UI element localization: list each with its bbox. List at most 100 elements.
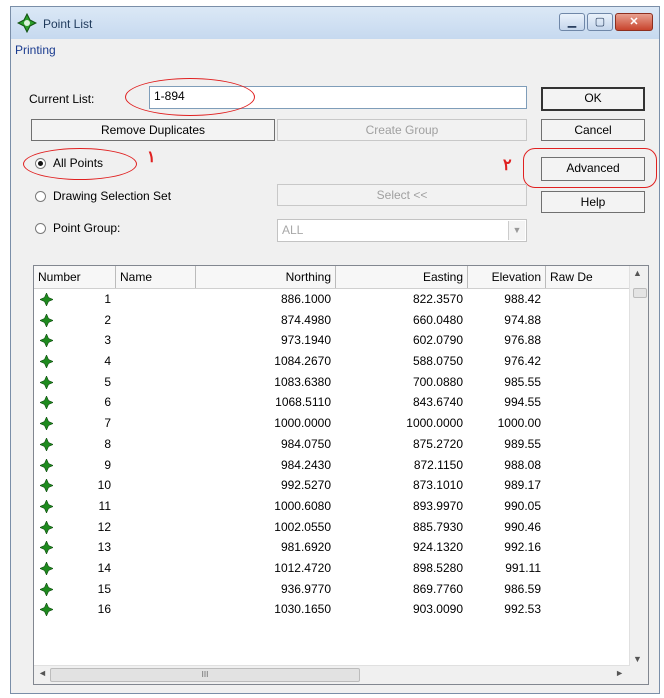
- table-body: 1 886.1000 822.3570 988.42 2 874.4980 660.0480…: [34, 289, 630, 620]
- table-row[interactable]: 10 992.5270 873.1010 989.17: [34, 475, 630, 496]
- cell-northing: 1084.2670: [274, 354, 331, 369]
- column-header-northing[interactable]: Northing: [196, 266, 336, 288]
- title-bar[interactable]: Point List ▁ ▢ ✕: [11, 7, 659, 39]
- cell-northing: 1030.1650: [274, 602, 331, 617]
- point-group-label[interactable]: Point Group:: [53, 221, 120, 235]
- cell-name: [116, 517, 196, 537]
- cell-number: 5: [104, 374, 111, 389]
- drawing-selection-set-label[interactable]: Drawing Selection Set: [53, 189, 171, 203]
- help-button[interactable]: Help: [541, 191, 645, 213]
- table-row[interactable]: 4 1084.2670 588.0750 976.42: [34, 351, 630, 372]
- cell-number: 14: [97, 560, 111, 575]
- cell-name: [116, 599, 196, 619]
- create-group-button[interactable]: Create Group: [277, 119, 527, 141]
- cell-number: 2: [104, 312, 111, 327]
- table-row[interactable]: 13 981.6920 924.1320 992.16: [34, 537, 630, 558]
- cell-easting: 893.9970: [412, 498, 463, 513]
- cell-northing: 984.2430: [280, 457, 331, 472]
- table-row[interactable]: 15 936.9770 869.7760 986.59: [34, 579, 630, 600]
- scroll-corner: [630, 666, 648, 684]
- horizontal-scroll-thumb[interactable]: III: [50, 668, 360, 682]
- cell-northing: 1012.4720: [274, 560, 331, 575]
- vertical-scroll-thumb[interactable]: [633, 288, 647, 298]
- scroll-down-icon[interactable]: ▼: [633, 654, 642, 664]
- table-row[interactable]: 5 1083.6380 700.0880 985.55: [34, 372, 630, 393]
- table-row[interactable]: 14 1012.4720 898.5280 991.11: [34, 558, 630, 579]
- cell-elevation: 976.42: [504, 354, 541, 369]
- cell-name: [116, 289, 196, 309]
- annotation-rect-advanced: [523, 148, 657, 188]
- current-list-label: Current List:: [29, 92, 95, 106]
- cell-easting: 885.7930: [412, 519, 463, 534]
- maximize-button[interactable]: ▢: [587, 13, 613, 31]
- menu-printing[interactable]: Printing: [15, 43, 56, 57]
- column-header-number[interactable]: Number: [34, 266, 116, 288]
- cell-northing: 992.5270: [280, 478, 331, 493]
- scroll-left-icon[interactable]: ◄: [38, 668, 47, 678]
- table-row[interactable]: 8 984.0750 875.2720 989.55: [34, 434, 630, 455]
- annotation-number-one: ١: [147, 149, 156, 166]
- point-list-window: Point List ▁ ▢ ✕ Printing Current List: …: [10, 6, 660, 694]
- vertical-scrollbar[interactable]: ▲ ▼: [629, 266, 648, 666]
- cell-number: 8: [104, 436, 111, 451]
- table-row[interactable]: 1 886.1000 822.3570 988.42: [34, 289, 630, 310]
- table-row[interactable]: 6 1068.5110 843.6740 994.55: [34, 392, 630, 413]
- cell-number: 9: [104, 457, 111, 472]
- table-row[interactable]: 11 1000.6080 893.9970 990.05: [34, 496, 630, 517]
- chevron-down-icon[interactable]: ▼: [508, 221, 525, 240]
- cell-name: [116, 330, 196, 350]
- cell-number: 10: [97, 478, 111, 493]
- annotation-number-two: ٢: [503, 157, 512, 174]
- table-row[interactable]: 16 1030.1650 903.0090 992.53: [34, 599, 630, 620]
- scroll-up-icon[interactable]: ▲: [633, 268, 642, 278]
- cell-elevation: 992.16: [504, 540, 541, 555]
- column-header-raw-description[interactable]: Raw De: [546, 266, 630, 288]
- table-header: Number Name Northing Easting Elevation R…: [34, 266, 630, 289]
- annotation-ellipse-current-list: [125, 78, 255, 116]
- point-group-dropdown[interactable]: ALL ▼: [277, 219, 527, 242]
- cell-easting: 873.1010: [412, 478, 463, 493]
- select-button[interactable]: Select <<: [277, 184, 527, 206]
- close-button[interactable]: ✕: [615, 13, 653, 31]
- cell-easting: 843.6740: [412, 395, 463, 410]
- cell-easting: 924.1320: [412, 540, 463, 555]
- app-icon: [16, 12, 38, 36]
- cell-name: [116, 351, 196, 371]
- horizontal-scrollbar[interactable]: ◄ III ►: [34, 665, 630, 684]
- table-row[interactable]: 2 874.4980 660.0480 974.88: [34, 310, 630, 331]
- cancel-button[interactable]: Cancel: [541, 119, 645, 141]
- cell-number: 16: [97, 602, 111, 617]
- cell-elevation: 992.53: [504, 602, 541, 617]
- table-row[interactable]: 7 1000.0000 1000.0000 1000.00: [34, 413, 630, 434]
- drawing-selection-set-radio[interactable]: [35, 191, 46, 202]
- column-header-name[interactable]: Name: [116, 266, 196, 288]
- cell-elevation: 976.88: [504, 333, 541, 348]
- cell-number: 6: [104, 395, 111, 410]
- cell-northing: 1002.0550: [274, 519, 331, 534]
- cell-northing: 886.1000: [280, 292, 331, 306]
- cell-easting: 588.0750: [412, 354, 463, 369]
- cell-number: 1: [104, 292, 111, 306]
- cell-northing: 1083.6380: [274, 374, 331, 389]
- scroll-right-icon[interactable]: ►: [615, 668, 624, 678]
- cell-elevation: 991.11: [505, 560, 541, 575]
- ok-button[interactable]: OK: [541, 87, 645, 111]
- cell-name: [116, 434, 196, 454]
- cell-easting: 898.5280: [412, 560, 463, 575]
- table-row[interactable]: 3 973.1940 602.0790 976.88: [34, 330, 630, 351]
- minimize-button[interactable]: ▁: [559, 13, 585, 31]
- cell-easting: 903.0090: [412, 602, 463, 617]
- cell-easting: 602.0790: [412, 333, 463, 348]
- table-row[interactable]: 12 1002.0550 885.7930 990.46: [34, 517, 630, 538]
- remove-duplicates-button[interactable]: Remove Duplicates: [31, 119, 275, 141]
- cell-easting: 875.2720: [412, 436, 463, 451]
- table-row[interactable]: 9 984.2430 872.1150 988.08: [34, 455, 630, 476]
- point-table: Number Name Northing Easting Elevation R…: [33, 265, 649, 685]
- column-header-easting[interactable]: Easting: [336, 266, 468, 288]
- cell-easting: 700.0880: [412, 374, 463, 389]
- column-header-elevation[interactable]: Elevation: [468, 266, 546, 288]
- cell-elevation: 990.05: [504, 498, 541, 513]
- cell-name: [116, 392, 196, 412]
- point-group-radio[interactable]: [35, 223, 46, 234]
- cell-number: 4: [104, 354, 111, 369]
